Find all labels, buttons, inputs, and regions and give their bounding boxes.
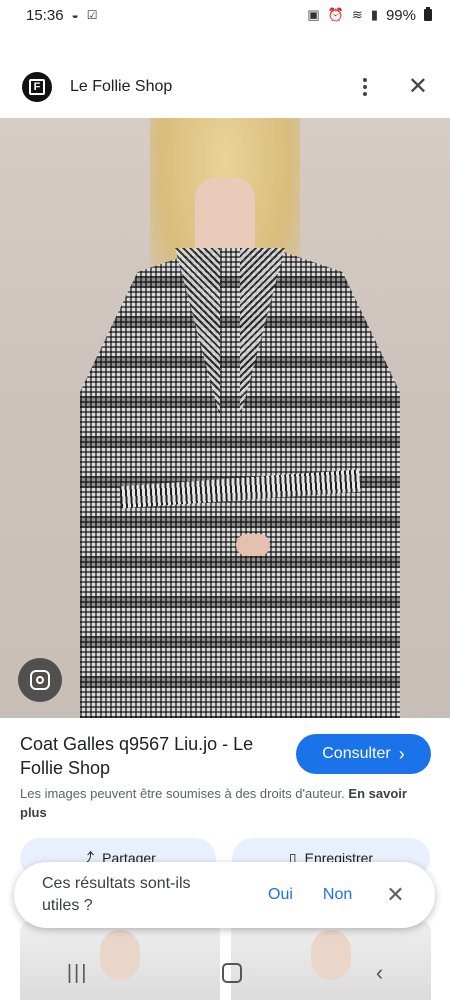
shop-logo: F [22, 72, 52, 102]
home-icon[interactable] [222, 963, 243, 983]
status-left: 15:36 ◒ ☑ [26, 7, 98, 24]
back-icon[interactable]: ‹ [376, 962, 383, 984]
consult-label: Consulter [322, 745, 391, 762]
consult-button[interactable]: Consulter › [296, 734, 431, 774]
notification-icon: ◒ [71, 8, 79, 22]
copyright-text: Les images peuvent être soumises à des d… [20, 786, 345, 801]
app-header: F Le Follie Shop ✕ [0, 60, 450, 114]
status-right: ▣ ⏰ ≋ ▮ 99% [307, 7, 432, 24]
check-icon: ☑ [86, 8, 98, 22]
system-nav-bar: ||| ‹ [0, 946, 450, 1000]
feedback-no-button[interactable]: Non [323, 886, 352, 904]
chevron-right-icon: › [398, 744, 405, 764]
image-hand [236, 534, 270, 556]
close-icon[interactable]: ✕ [386, 884, 404, 906]
wifi-icon: ≋ [351, 7, 363, 22]
copyright-notice: Les images peuvent être soumises à des d… [20, 784, 435, 822]
page-title: Le Follie Shop [70, 78, 173, 95]
product-title[interactable]: Coat Galles q9567 Liu.jo - Le Follie Sho… [20, 732, 285, 780]
feedback-card: Ces résultats sont-ils utiles ? Oui Non … [14, 862, 435, 928]
feedback-yes-button[interactable]: Oui [268, 886, 293, 904]
close-icon[interactable]: ✕ [408, 75, 428, 99]
feedback-question: Ces résultats sont-ils utiles ? [42, 875, 191, 914]
status-time: 15:36 [26, 6, 64, 24]
recent-apps-icon[interactable]: ||| [67, 962, 89, 985]
alarm-icon: ⏰ [327, 7, 344, 22]
battery-icon [424, 7, 432, 21]
signal-icon: ▮ [370, 7, 378, 22]
logo-letter: F [29, 79, 45, 95]
product-image[interactable] [0, 118, 450, 718]
status-bar: 15:36 ◒ ☑ ▣ ⏰ ≋ ▮ 99% [0, 0, 450, 30]
battery-percent: 99% [385, 6, 416, 24]
battery-saver-icon: ▣ [307, 7, 320, 22]
lens-icon [30, 670, 50, 690]
lens-search-button[interactable] [18, 658, 62, 702]
more-vert-icon[interactable] [354, 76, 376, 98]
